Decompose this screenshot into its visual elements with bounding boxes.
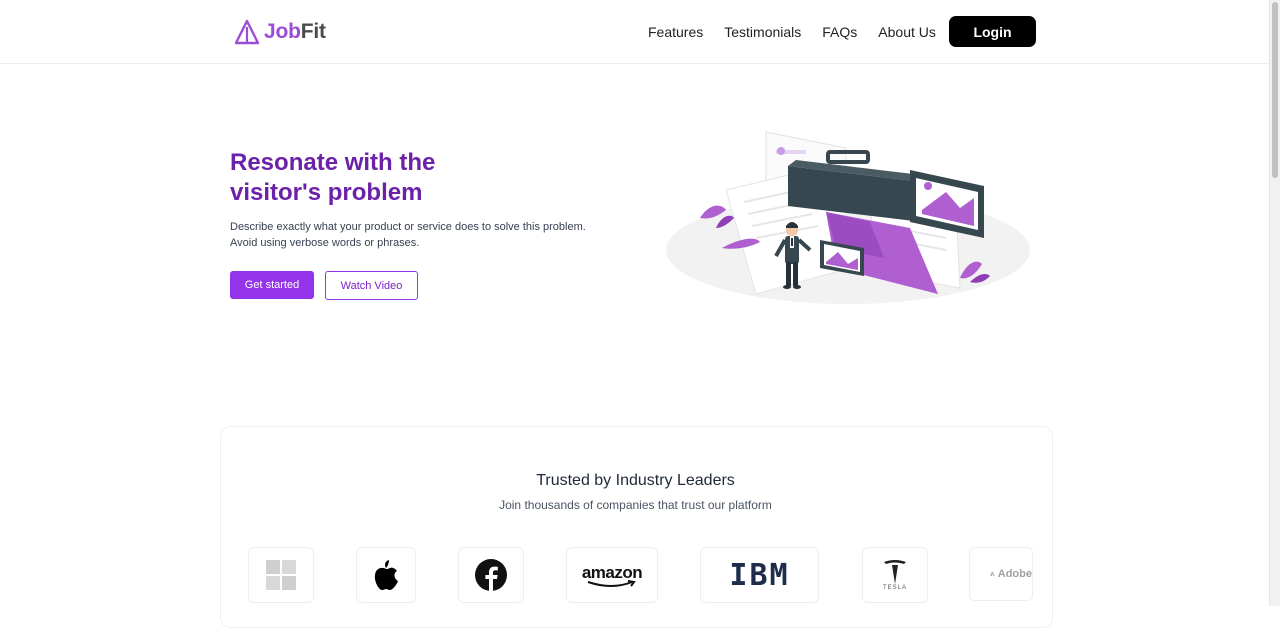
logo-microsoft xyxy=(248,547,314,603)
nav-about-us[interactable]: About Us xyxy=(878,24,936,40)
hero-title: Resonate with the visitor's problem xyxy=(230,148,610,208)
logo-tesla: TESLA xyxy=(862,547,928,603)
apple-logo-icon xyxy=(374,560,398,590)
facebook-logo-icon xyxy=(475,559,507,591)
watch-video-button[interactable]: Watch Video xyxy=(325,271,418,300)
logo-ibm: IBM xyxy=(700,547,819,603)
nav-features[interactable]: Features xyxy=(648,24,703,40)
logo-amazon: amazon xyxy=(566,547,658,603)
brand-logo[interactable]: JobFit xyxy=(234,18,326,46)
trusted-subtitle: Join thousands of companies that trust o… xyxy=(499,498,772,512)
get-started-button[interactable]: Get started xyxy=(230,271,314,299)
hero-title-line-1: Resonate with the xyxy=(230,149,436,176)
hero-desc-line-2: Avoid using verbose words or phrases. xyxy=(230,237,420,249)
login-button[interactable]: Login xyxy=(949,16,1036,47)
hero-description: Describe exactly what your product or se… xyxy=(230,219,610,251)
brand-name: JobFit xyxy=(264,20,326,43)
ibm-wordmark: IBM xyxy=(729,557,790,593)
logo-facebook xyxy=(458,547,524,603)
main-nav: Features Testimonials FAQs About Us xyxy=(648,24,957,40)
nav-testimonials[interactable]: Testimonials xyxy=(724,24,801,40)
trusted-title: Trusted by Industry Leaders xyxy=(536,472,735,489)
hero-illustration xyxy=(666,131,1030,304)
scrollbar-thumb[interactable] xyxy=(1272,2,1278,178)
adobe-logo-icon xyxy=(990,571,995,577)
amazon-smile-icon xyxy=(587,579,636,587)
tesla-logo-icon xyxy=(883,560,906,584)
tesla-wordmark: TESLA xyxy=(882,585,907,591)
hero-desc-line-1: Describe exactly what your product or se… xyxy=(230,221,586,233)
nav-faqs[interactable]: FAQs xyxy=(822,24,857,40)
page-scrollbar[interactable] xyxy=(1269,0,1280,606)
logo-apple xyxy=(356,547,416,603)
microsoft-logo-icon xyxy=(266,560,296,590)
logo-adobe: Adobe xyxy=(969,547,1033,601)
logo-triangle-icon xyxy=(234,19,260,45)
hero-title-line-2: visitor's problem xyxy=(230,179,423,206)
top-navbar: JobFit Features Testimonials FAQs About … xyxy=(0,0,1270,64)
adobe-wordmark: Adobe xyxy=(997,568,1032,580)
